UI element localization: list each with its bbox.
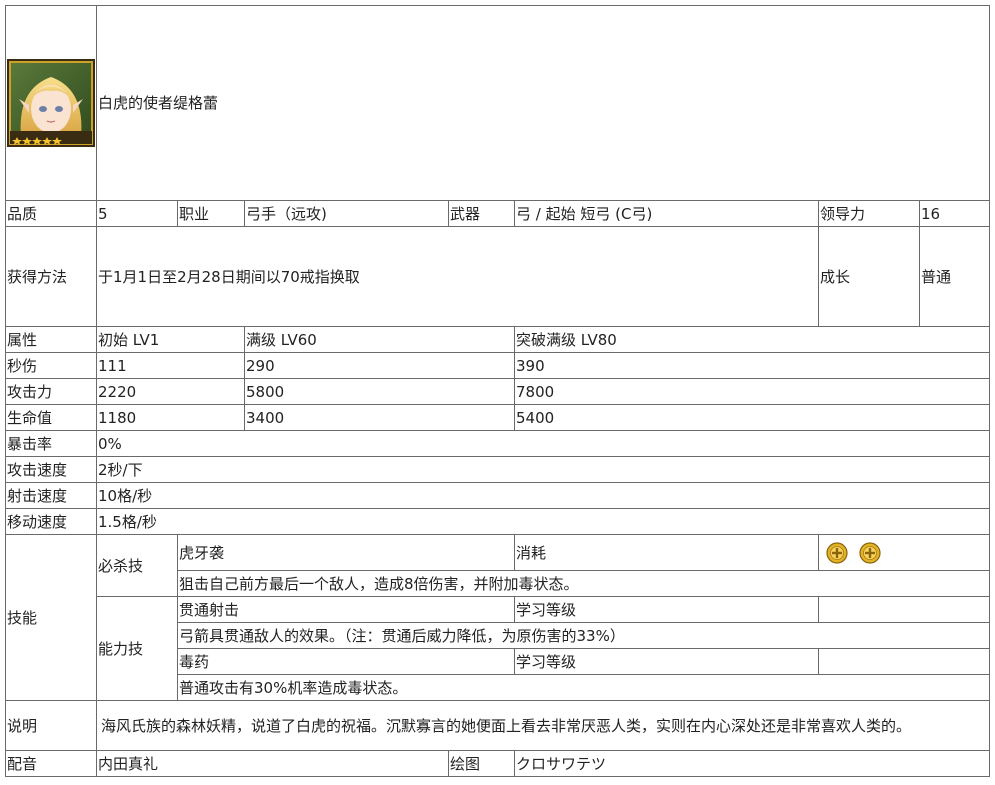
gold-coin-icon [859,541,881,564]
misc-label: 攻击速度 [5,456,97,483]
misc-row: 暴击率 0% [5,430,991,457]
description-row: 说明 海风氏族的森林妖精，说道了白虎的祝福。沉默寡言的她便面上看去非常厌恶人类，… [5,700,991,751]
character-info-table: 白虎的使者缇格蕾 品质 5 职业 弓手（远攻) 武器 弓 / 起始 短弓 (C弓… [5,5,991,777]
stats-header-row: 属性 初始 LV1 满级 LV60 突破满级 LV80 [5,326,991,353]
misc-value: 10格/秒 [95,482,991,509]
obtain-row: 获得方法 于1月1日至2月28日期间以70戒指换取 成长 普通 [5,226,991,327]
weapon-label: 武器 [448,200,515,227]
stats-row: 攻击力 2220 5800 7800 [5,378,991,405]
stat-lv1: 2220 [96,378,245,405]
special-cost-value [817,534,991,571]
skills-label: 技能 [5,534,97,701]
ability1-level-value [817,596,991,623]
leadership-value: 16 [918,200,991,227]
description-value: 海风氏族的森林妖精，说道了白虎的祝福。沉默寡言的她便面上看去非常厌恶人类，实则在… [95,700,991,751]
ability1-name: 贯通射击 [177,596,515,623]
stat-label: 秒伤 [5,352,97,379]
growth-value: 普通 [918,226,991,327]
stat-lv60: 3400 [244,404,515,431]
character-name-cell: 白虎的使者缇格蕾 [95,5,991,201]
voice-value: 内田真礼 [96,750,449,777]
basic-info-row: 品质 5 职业 弓手（远攻) 武器 弓 / 起始 短弓 (C弓) 领导力 16 [5,200,991,227]
stats-header-lv60: 满级 LV60 [244,326,515,353]
stat-lv60: 290 [244,352,515,379]
misc-label: 移动速度 [5,508,97,535]
ability2-desc: 普通攻击有30%机率造成毒状态。 [176,674,991,701]
stat-lv80: 390 [513,352,991,379]
misc-value: 0% [95,430,991,457]
weapon-value: 弓 / 起始 短弓 (C弓) [514,200,819,227]
stat-lv80: 7800 [513,378,991,405]
page: 白虎的使者缇格蕾 品质 5 职业 弓手（远攻) 武器 弓 / 起始 短弓 (C弓… [0,0,995,785]
special-skill-name: 虎牙袭 [177,534,515,571]
ability2-level-value [817,648,991,675]
special-cost-label: 消耗 [514,534,819,571]
quality-label: 品质 [5,200,97,227]
ability1-level-label: 学习等级 [514,596,819,623]
misc-label: 射击速度 [5,482,97,509]
misc-label: 暴击率 [5,430,97,457]
obtain-value: 于1月1日至2月28日期间以70戒指换取 [96,226,819,327]
gold-coin-icon [826,541,848,564]
stat-label: 生命值 [5,404,97,431]
stats-row: 秒伤 111 290 390 [5,352,991,379]
misc-row: 移动速度 1.5格/秒 [5,508,991,535]
stat-lv80: 5400 [513,404,991,431]
stats-row: 生命值 1180 3400 5400 [5,404,991,431]
character-portrait-icon [7,59,95,147]
ability1-desc: 弓箭具贯通敌人的效果。（注：贯通后威力降低，为原伤害的33%） [176,622,991,649]
header-row: 白虎的使者缇格蕾 [5,5,991,201]
stats-header-attr: 属性 [5,326,97,353]
misc-row: 攻击速度 2秒/下 [5,456,991,483]
stats-header-lv1: 初始 LV1 [96,326,245,353]
voice-label: 配音 [5,750,97,777]
stats-header-lv80: 突破满级 LV80 [513,326,991,353]
misc-value: 1.5格/秒 [95,508,991,535]
portrait-cell [5,5,97,201]
description-label: 说明 [5,700,97,751]
leadership-label: 领导力 [818,200,920,227]
character-name: 白虎的使者缇格蕾 [98,94,219,113]
class-value: 弓手（远攻) [244,200,449,227]
art-value: クロサワテツ [513,750,991,777]
special-skill-desc: 狙击自己前方最后一个敌人，造成8倍伤害，并附加毒状态。 [176,570,991,597]
art-label: 绘图 [448,750,515,777]
misc-row: 射击速度 10格/秒 [5,482,991,509]
growth-label: 成长 [818,226,920,327]
ability1-row: 能力技 贯通射击 学习等级 [6,596,991,701]
stat-lv60: 5800 [244,378,515,405]
stat-label: 攻击力 [5,378,97,405]
quality-value: 5 [96,200,178,227]
skill-special-row: 技能 必杀技 虎牙袭 消耗 [5,534,991,701]
ability2-level-label: 学习等级 [514,648,819,675]
stat-lv1: 1180 [96,404,245,431]
class-label: 职业 [177,200,245,227]
obtain-label: 获得方法 [5,226,97,327]
stat-lv1: 111 [96,352,245,379]
ability2-name: 毒药 [177,648,515,675]
misc-value: 2秒/下 [95,456,991,483]
ability-skill-label: 能力技 [96,596,178,701]
special-skill-label: 必杀技 [96,534,178,597]
credits-row: 配音 内田真礼 绘图 クロサワテツ [5,750,991,777]
